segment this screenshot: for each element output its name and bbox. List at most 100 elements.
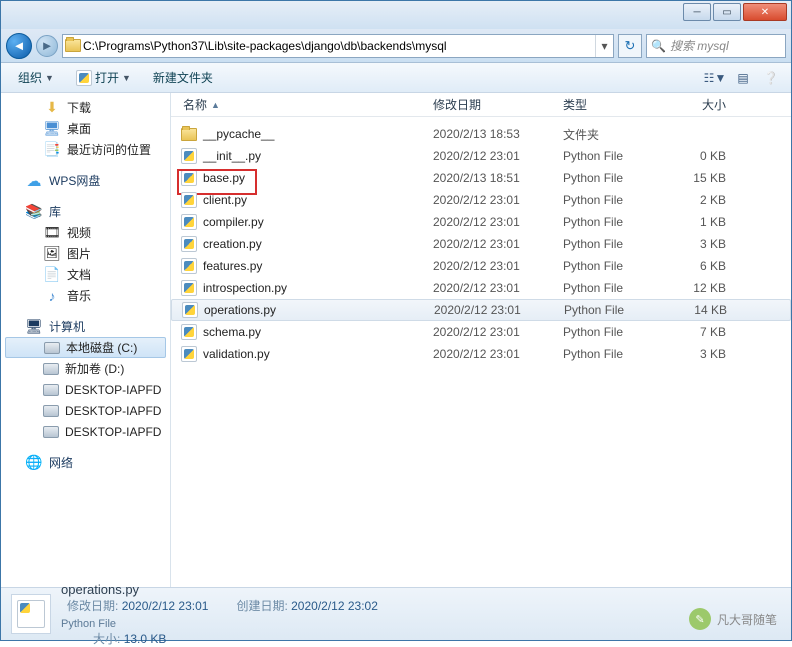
recent-icon: 📑: [43, 141, 61, 158]
file-row[interactable]: __pycache__2020/2/13 18:53文件夹: [171, 123, 791, 145]
explorer-window: ─ ▭ ✕ ◄ ► ▾ ↻ 🔍 搜索 mysql 组织▼ 打开▼ 新建文件夹 ☷…: [0, 0, 792, 641]
file-name: client.py: [203, 193, 247, 207]
back-button[interactable]: ◄: [6, 33, 32, 59]
downloads-icon: ⬇: [43, 99, 61, 116]
file-row[interactable]: schema.py2020/2/12 23:01Python File7 KB: [171, 321, 791, 343]
file-type: Python File: [557, 215, 662, 229]
sidebar-item-videos[interactable]: 🎞视频: [1, 222, 170, 243]
file-row[interactable]: introspection.py2020/2/12 23:01Python Fi…: [171, 277, 791, 299]
forward-button[interactable]: ►: [36, 35, 58, 57]
file-size: 7 KB: [662, 325, 732, 339]
file-row[interactable]: base.py2020/2/13 18:51Python File15 KB: [171, 167, 791, 189]
file-row[interactable]: client.py2020/2/12 23:01Python File2 KB: [171, 189, 791, 211]
search-field[interactable]: 🔍 搜索 mysql: [646, 34, 786, 58]
file-row[interactable]: compiler.py2020/2/12 23:01Python File1 K…: [171, 211, 791, 233]
file-type: Python File: [558, 303, 663, 317]
file-date: 2020/2/12 23:01: [427, 281, 557, 295]
view-options-button[interactable]: ☷ ▼: [703, 67, 727, 89]
file-pane: 名称▲ 修改日期 类型 大小 __pycache__ 2020/2/13 18:5…: [171, 93, 791, 587]
file-date: 2020/2/13 18:53: [427, 127, 557, 141]
details-pane: operations.py 修改日期: 2020/2/12 23:01 创建日期…: [1, 588, 791, 640]
file-date: 2020/2/12 23:01: [427, 193, 557, 207]
column-header-type[interactable]: 类型: [557, 96, 662, 113]
minimize-button[interactable]: ─: [683, 3, 711, 21]
file-size: 15 KB: [662, 171, 732, 185]
file-row[interactable]: features.py 2020/2/12 23:01Python File6 K…: [171, 255, 791, 277]
python-icon: [76, 70, 92, 86]
file-name: __init__.py: [203, 149, 261, 163]
titlebar[interactable]: ─ ▭ ✕: [1, 1, 791, 29]
file-size: 2 KB: [662, 193, 732, 207]
file-name: compiler.py: [203, 215, 264, 229]
status-filename: operations.py: [61, 582, 139, 597]
file-date: 2020/2/12 23:01: [427, 259, 557, 273]
documents-icon: 📄: [43, 266, 61, 283]
python-icon: [17, 600, 45, 628]
column-header-date[interactable]: 修改日期: [427, 96, 557, 113]
file-row[interactable]: __init__.py2020/2/12 23:01Python File0 K…: [171, 145, 791, 167]
file-date: 2020/2/12 23:01: [427, 347, 557, 361]
file-type: Python File: [557, 347, 662, 361]
sidebar-item-wps[interactable]: ☁WPS网盘: [1, 170, 170, 191]
drive-icon: [43, 363, 59, 375]
navigation-sidebar[interactable]: ⬇下载 🖥桌面 📑最近访问的位置 ☁WPS网盘 📚库 🎞视频 🖼图片 📄文档 ♪…: [1, 93, 171, 587]
network-drive-icon: [43, 384, 59, 396]
status-filetype: Python File: [61, 618, 116, 630]
wechat-icon: ✎: [689, 608, 711, 630]
file-type: Python File: [557, 259, 662, 273]
sidebar-item-pictures[interactable]: 🖼图片: [1, 243, 170, 264]
file-row[interactable]: operations.py2020/2/12 23:01Python File1…: [171, 299, 791, 321]
file-size: 0 KB: [662, 149, 732, 163]
file-type: Python File: [557, 149, 662, 163]
sidebar-item-libraries[interactable]: 📚库: [1, 201, 170, 222]
network-drive-icon: [43, 426, 59, 438]
python-file-icon: [181, 258, 197, 274]
content-area: ⬇下载 🖥桌面 📑最近访问的位置 ☁WPS网盘 📚库 🎞视频 🖼图片 📄文档 ♪…: [1, 93, 791, 588]
libraries-icon: 📚: [25, 203, 43, 220]
file-name: base.py: [203, 171, 245, 185]
close-button[interactable]: ✕: [743, 3, 787, 21]
file-name: features.py: [203, 259, 262, 273]
sidebar-item-music[interactable]: ♪音乐: [1, 285, 170, 306]
folder-icon: [63, 39, 83, 52]
search-icon: 🔍: [651, 39, 666, 53]
sidebar-item-net3[interactable]: DESKTOP-IAPFD: [1, 421, 170, 442]
python-file-icon: [181, 324, 197, 340]
sidebar-item-drive-d[interactable]: 新加卷 (D:): [1, 358, 170, 379]
sidebar-item-downloads[interactable]: ⬇下载: [1, 97, 170, 118]
column-headers[interactable]: 名称▲ 修改日期 类型 大小: [171, 93, 791, 117]
sidebar-item-net2[interactable]: DESKTOP-IAPFD: [1, 400, 170, 421]
sidebar-item-desktop[interactable]: 🖥桌面: [1, 118, 170, 139]
chevron-down-icon: ▼: [45, 73, 54, 83]
column-header-size[interactable]: 大小: [662, 96, 732, 113]
sidebar-item-net1[interactable]: DESKTOP-IAPFD: [1, 379, 170, 400]
open-menu[interactable]: 打开▼: [67, 65, 140, 90]
desktop-icon: 🖥: [43, 120, 61, 137]
maximize-button[interactable]: ▭: [713, 3, 741, 21]
watermark: ✎ 凡大哥随笔: [689, 608, 777, 630]
refresh-button[interactable]: ↻: [618, 34, 642, 58]
preview-pane-button[interactable]: ▤: [731, 67, 755, 89]
music-icon: ♪: [43, 288, 61, 304]
file-date: 2020/2/12 23:01: [427, 215, 557, 229]
sidebar-item-recent[interactable]: 📑最近访问的位置: [1, 139, 170, 160]
sidebar-item-network[interactable]: 🌐网络: [1, 452, 170, 473]
address-field-wrap[interactable]: ▾: [62, 34, 614, 58]
help-button[interactable]: ❔: [759, 67, 783, 89]
column-header-name[interactable]: 名称▲: [177, 96, 427, 113]
file-row[interactable]: validation.py2020/2/12 23:01Python File3…: [171, 343, 791, 365]
sidebar-item-computer[interactable]: 🖥计算机: [1, 316, 170, 337]
address-input[interactable]: [83, 35, 595, 57]
organize-menu[interactable]: 组织▼: [9, 65, 63, 90]
file-row[interactable]: creation.py2020/2/12 23:01Python File3 K…: [171, 233, 791, 255]
new-folder-button[interactable]: 新建文件夹: [144, 65, 222, 90]
sidebar-item-documents[interactable]: 📄文档: [1, 264, 170, 285]
network-icon: 🌐: [25, 454, 43, 471]
address-dropdown[interactable]: ▾: [595, 35, 613, 57]
sidebar-item-drive-c[interactable]: 本地磁盘 (C:): [5, 337, 166, 358]
file-name: __pycache__: [203, 127, 274, 141]
file-name: validation.py: [203, 347, 270, 361]
file-size: 6 KB: [662, 259, 732, 273]
file-list[interactable]: __pycache__2020/2/13 18:53文件夹__init__.py…: [171, 117, 791, 587]
file-date: 2020/2/12 23:01: [427, 237, 557, 251]
